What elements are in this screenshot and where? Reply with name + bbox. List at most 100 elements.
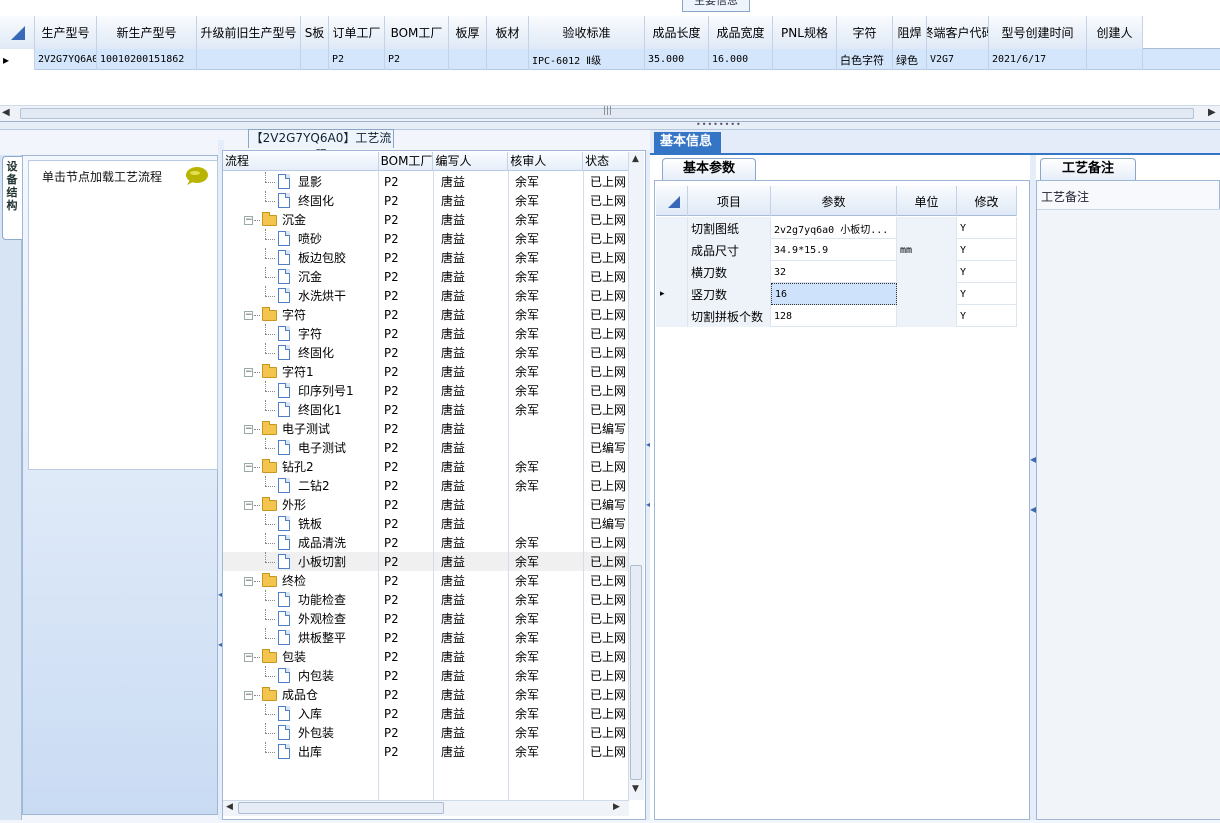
params-modify-cell[interactable]: Y (957, 305, 1017, 327)
collapse-toggle-icon[interactable]: − (244, 216, 253, 225)
grid-cell[interactable]: P2 (329, 49, 385, 70)
params-row[interactable]: 横刀数 32 Y (656, 261, 1017, 283)
column-header[interactable]: 板厚 (449, 16, 487, 49)
tree-node-label[interactable]: 电子测试 (298, 439, 346, 456)
row-indicator[interactable] (656, 261, 688, 283)
row-indicator[interactable] (656, 239, 688, 261)
tree-node-label[interactable]: 钻孔2 (282, 458, 314, 475)
column-header[interactable]: 阻焊 (893, 16, 927, 49)
hscroll-thumb[interactable]: ||| (20, 106, 1194, 119)
tree-row[interactable]: 外包装 P2 唐益 余军 已上网 (223, 723, 629, 742)
collapse-toggle-icon[interactable]: − (244, 501, 253, 510)
tree-row[interactable]: 内包装 P2 唐益 余军 已上网 (223, 666, 629, 685)
process-column-header[interactable]: BOM工厂 (379, 152, 434, 171)
tree-node-label[interactable]: 烘板整平 (298, 629, 346, 646)
column-header[interactable]: 板材 (487, 16, 529, 49)
process-column-header[interactable]: 流程 (223, 152, 379, 171)
tree-row[interactable]: 铣板 P2 唐益 已编写 (223, 514, 629, 533)
tree-row[interactable]: − 沉金 P2 唐益 余军 已上网 (223, 210, 629, 229)
tree-row[interactable]: 印序列号1 P2 唐益 余军 已上网 (223, 381, 629, 400)
tree-node-label[interactable]: 沉金 (298, 268, 322, 285)
params-unit-cell[interactable] (897, 305, 957, 327)
process-remarks-textarea[interactable] (1037, 209, 1220, 819)
horizontal-splitter[interactable]: •••••••• (0, 120, 1220, 130)
tree-node-label[interactable]: 字符1 (282, 363, 314, 380)
params-column-header[interactable]: 项目 (688, 186, 771, 216)
collapse-toggle-icon[interactable]: − (244, 368, 253, 377)
params-item-cell[interactable]: 成品尺寸 (688, 239, 771, 261)
tree-row[interactable]: − 字符 P2 唐益 余军 已上网 (223, 305, 629, 324)
tree-node-label[interactable]: 字符 (282, 306, 306, 323)
collapse-toggle-icon[interactable]: − (244, 691, 253, 700)
tree-node-label[interactable]: 成品清洗 (298, 534, 346, 551)
collapse-toggle-icon[interactable]: − (244, 425, 253, 434)
grid-cell[interactable]: IPC-6012 Ⅱ级 (529, 49, 645, 70)
scroll-up-icon[interactable]: ▲ (632, 154, 639, 164)
tree-row[interactable]: 板边包胶 P2 唐益 余军 已上网 (223, 248, 629, 267)
params-value-cell[interactable]: 16 (771, 283, 897, 305)
tree-node-label[interactable]: 功能检查 (298, 591, 346, 608)
basic-params-tab[interactable]: 基本参数 (662, 158, 756, 180)
params-column-header[interactable]: 参数 (771, 186, 897, 216)
params-row[interactable]: 切割拼板个数 128 Y (656, 305, 1017, 327)
tree-row[interactable]: 成品清洗 P2 唐益 余军 已上网 (223, 533, 629, 552)
tree-node-label[interactable]: 外包装 (298, 724, 334, 741)
column-header[interactable]: 终端客户代码 (927, 16, 989, 49)
row-indicator[interactable] (656, 305, 688, 327)
grid-cell[interactable]: 16.000 (709, 49, 773, 70)
params-column-header[interactable]: 单位 (897, 186, 957, 216)
tree-node-label[interactable]: 字符 (298, 325, 322, 342)
column-header[interactable]: 成品宽度 (709, 16, 773, 49)
grid-cell[interactable]: P2 (385, 49, 449, 70)
tree-row[interactable]: 喷砂 P2 唐益 余军 已上网 (223, 229, 629, 248)
params-value-cell[interactable]: 34.9*15.9 (771, 239, 897, 261)
scroll-down-icon[interactable]: ▼ (632, 784, 639, 794)
params-item-cell[interactable]: 切割拼板个数 (688, 305, 771, 327)
tree-row[interactable]: 功能检查 P2 唐益 余军 已上网 (223, 590, 629, 609)
params-modify-cell[interactable]: Y (957, 217, 1017, 239)
tree-row[interactable]: − 字符1 P2 唐益 余军 已上网 (223, 362, 629, 381)
params-modify-cell[interactable]: Y (957, 239, 1017, 261)
collapse-toggle-icon[interactable]: − (244, 463, 253, 472)
tree-row[interactable]: 出库 P2 唐益 余军 已上网 (223, 742, 629, 761)
scroll-left-icon[interactable]: ◀ (226, 802, 233, 812)
column-header[interactable]: 型号创建时间 (989, 16, 1087, 49)
params-row[interactable]: 成品尺寸 34.9*15.9 mm Y (656, 239, 1017, 261)
basic-info-tab[interactable]: 基本信息 (654, 132, 721, 154)
params-value-cell[interactable]: 32 (771, 261, 897, 283)
tree-node-label[interactable]: 终检 (282, 572, 306, 589)
process-vscroll-thumb[interactable] (630, 565, 642, 780)
tree-node-label[interactable]: 小板切割 (298, 553, 346, 570)
process-column-header[interactable]: 编写人 (433, 152, 509, 171)
tree-node-label[interactable]: 入库 (298, 705, 322, 722)
grid-corner[interactable] (0, 16, 35, 49)
grid-cell[interactable] (449, 49, 487, 70)
tree-row[interactable]: 电子测试 P2 唐益 已编写 (223, 438, 629, 457)
grid-cell[interactable] (301, 49, 329, 70)
params-column-header[interactable]: 修改 (957, 186, 1017, 216)
row-indicator[interactable]: ▸ (0, 49, 35, 70)
tree-node-label[interactable]: 内包装 (298, 667, 334, 684)
tree-node-label[interactable]: 沉金 (282, 211, 306, 228)
tree-row[interactable]: 二钻2 P2 唐益 余军 已上网 (223, 476, 629, 495)
tree-node-label[interactable]: 二钻2 (298, 477, 330, 494)
tree-node-label[interactable]: 铣板 (298, 515, 322, 532)
tree-node-label[interactable]: 外观检查 (298, 610, 346, 627)
tree-row[interactable]: − 外形 P2 唐益 已编写 (223, 495, 629, 514)
column-header[interactable]: 订单工厂 (329, 16, 385, 49)
tree-node-label[interactable]: 包装 (282, 648, 306, 665)
tree-node-label[interactable]: 板边包胶 (298, 249, 346, 266)
collapse-toggle-icon[interactable]: − (244, 577, 253, 586)
tree-node-label[interactable]: 电子测试 (282, 420, 330, 437)
params-item-cell[interactable]: 竖刀数 (688, 283, 771, 305)
tree-row[interactable]: 终固化1 P2 唐益 余军 已上网 (223, 400, 629, 419)
tree-row[interactable]: − 成品仓 P2 唐益 余军 已上网 (223, 685, 629, 704)
tree-row[interactable]: 沉金 P2 唐益 余军 已上网 (223, 267, 629, 286)
tree-row[interactable]: 入库 P2 唐益 余军 已上网 (223, 704, 629, 723)
collapse-toggle-icon[interactable]: − (244, 311, 253, 320)
scroll-right-icon[interactable]: ▶ (1208, 107, 1216, 118)
grid-cell[interactable]: 10010200151862 (97, 49, 197, 70)
scroll-left-icon[interactable]: ◀ (2, 107, 10, 118)
grid-cell[interactable]: V2G7 (927, 49, 989, 70)
grid-cell[interactable]: 2021/6/17 (989, 49, 1087, 70)
